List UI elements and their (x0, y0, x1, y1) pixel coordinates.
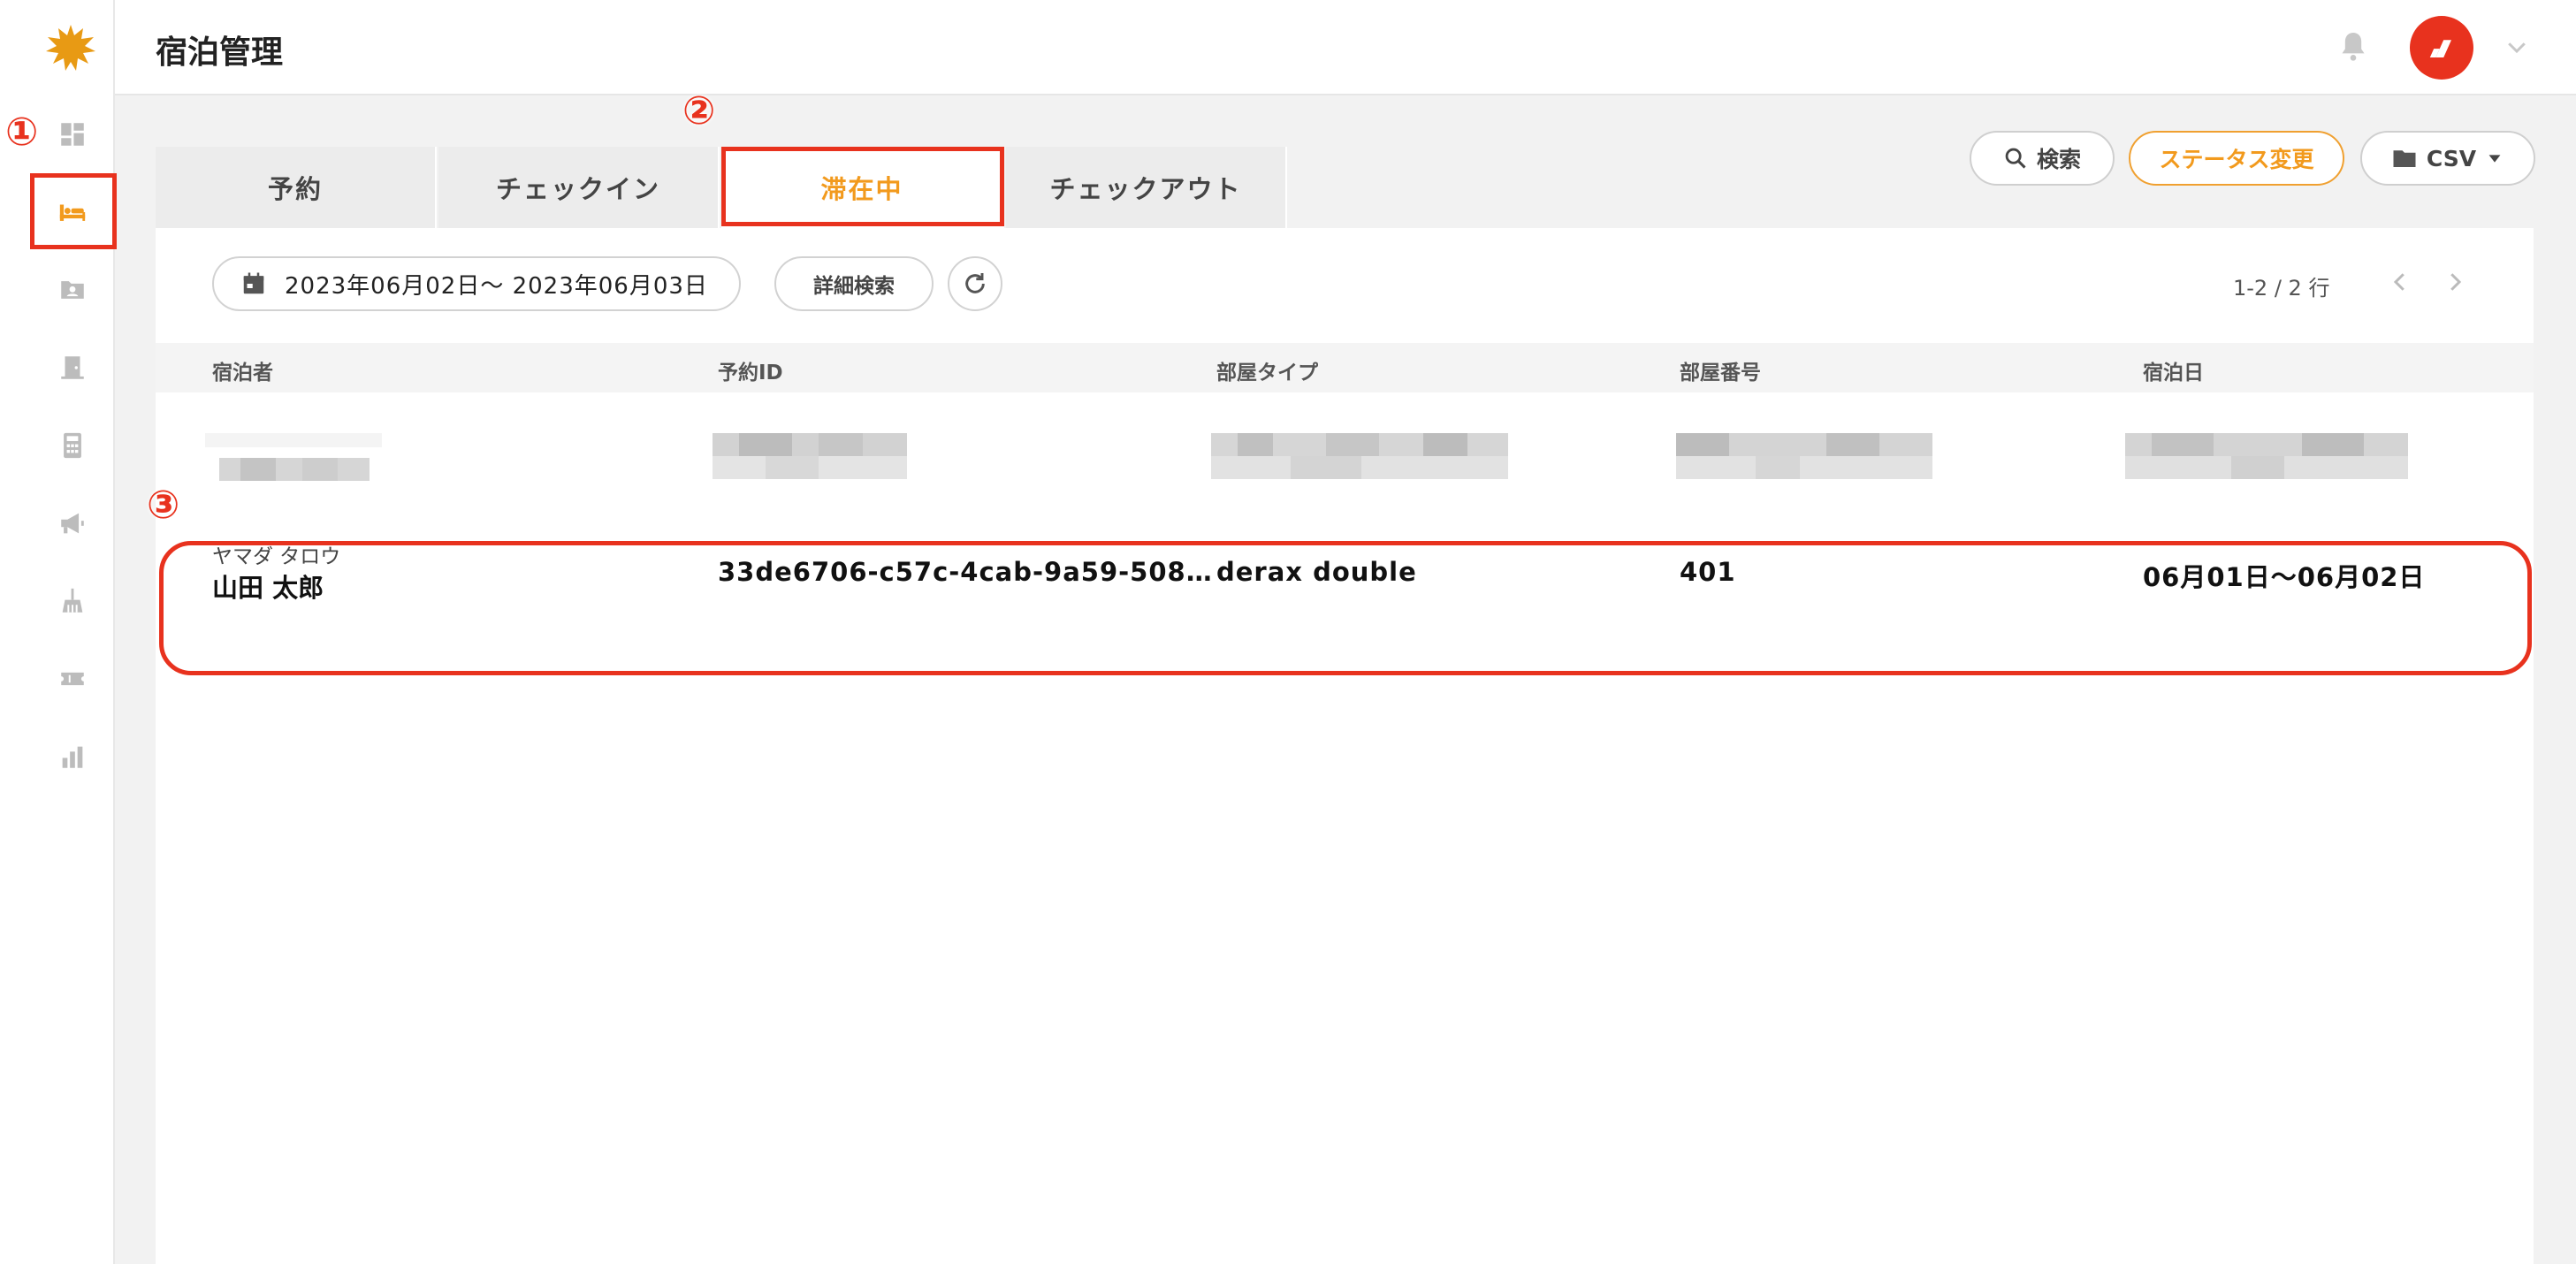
caret-down-icon (2488, 155, 2501, 163)
column-header-stay-dates[interactable]: 宿泊日 (2143, 355, 2204, 385)
blur-mosaic (1676, 428, 1932, 479)
chevron-left-icon[interactable] (2387, 269, 2413, 295)
sidebar-highlight-box (30, 173, 117, 249)
tab-checkout[interactable]: チェックアウト (1006, 147, 1287, 228)
csv-button-label: CSV (2426, 145, 2477, 171)
chevron-down-icon[interactable] (2504, 34, 2530, 60)
door-icon[interactable] (51, 346, 94, 389)
pagination-text: 1-2 / 2 行 (2233, 276, 2330, 301)
page-title: 宿泊管理 (156, 34, 284, 71)
blurred-table-row[interactable] (156, 392, 2534, 511)
column-header-reservation-id[interactable]: 予約ID (718, 355, 783, 385)
broom-icon[interactable] (51, 580, 94, 622)
table-header: 宿泊者 予約ID 部屋タイプ 部屋番号 宿泊日 (156, 343, 2534, 392)
row-highlight-box (159, 541, 2532, 675)
blur-mosaic (1202, 428, 1508, 479)
refresh-icon (965, 273, 985, 293)
status-change-label: ステータス変更 (2159, 147, 2314, 172)
search-icon (2005, 148, 2026, 169)
search-button-label: 検索 (2036, 147, 2081, 172)
column-header-room-number[interactable]: 部屋番号 (1680, 355, 1761, 385)
megaphone-icon[interactable] (51, 502, 94, 544)
calendar-icon (243, 272, 264, 294)
search-button[interactable]: 検索 (1970, 131, 2115, 186)
sidebar: ① (0, 0, 117, 1264)
chevron-right-icon[interactable] (2442, 269, 2468, 295)
refresh-button[interactable] (948, 256, 1002, 311)
avatar[interactable] (2410, 16, 2473, 80)
bar-chart-icon[interactable] (51, 735, 94, 778)
tab-checkin[interactable]: チェックイン (438, 147, 720, 228)
bell-icon[interactable] (2336, 28, 2371, 64)
folder-icon (2393, 150, 2416, 167)
date-range-picker[interactable]: 2023年06月02日～ 2023年06月03日 (212, 256, 741, 311)
blur-mosaic (2125, 428, 2408, 479)
date-range-text: 2023年06月02日～ 2023年06月03日 (285, 272, 708, 300)
column-header-room-type[interactable]: 部屋タイプ (1216, 355, 1318, 385)
marker-1: ① (5, 110, 39, 155)
dashboard-icon[interactable] (51, 113, 94, 156)
blur-mosaic (205, 433, 382, 484)
marker-2: ② (682, 88, 716, 133)
tab-reservation[interactable]: 予約 (156, 147, 437, 228)
app-header: 宿泊管理 (115, 0, 2576, 95)
guest-card-icon[interactable] (51, 269, 94, 311)
calculator-icon[interactable] (51, 424, 94, 467)
csv-button[interactable]: CSV (2360, 131, 2535, 186)
main-panel: 2023年06月02日～ 2023年06月03日 詳細検索 1-2 / 2 行 … (156, 228, 2534, 1264)
column-header-guest[interactable]: 宿泊者 (212, 355, 273, 385)
tab-highlight-box (721, 147, 1004, 226)
detail-search-button[interactable]: 詳細検索 (774, 256, 934, 311)
ticket-icon[interactable] (51, 658, 94, 700)
blur-mosaic (704, 428, 907, 479)
status-change-button[interactable]: ステータス変更 (2129, 131, 2344, 186)
sun-logo-icon[interactable] (44, 23, 97, 72)
marker-3: ③ (147, 483, 180, 528)
